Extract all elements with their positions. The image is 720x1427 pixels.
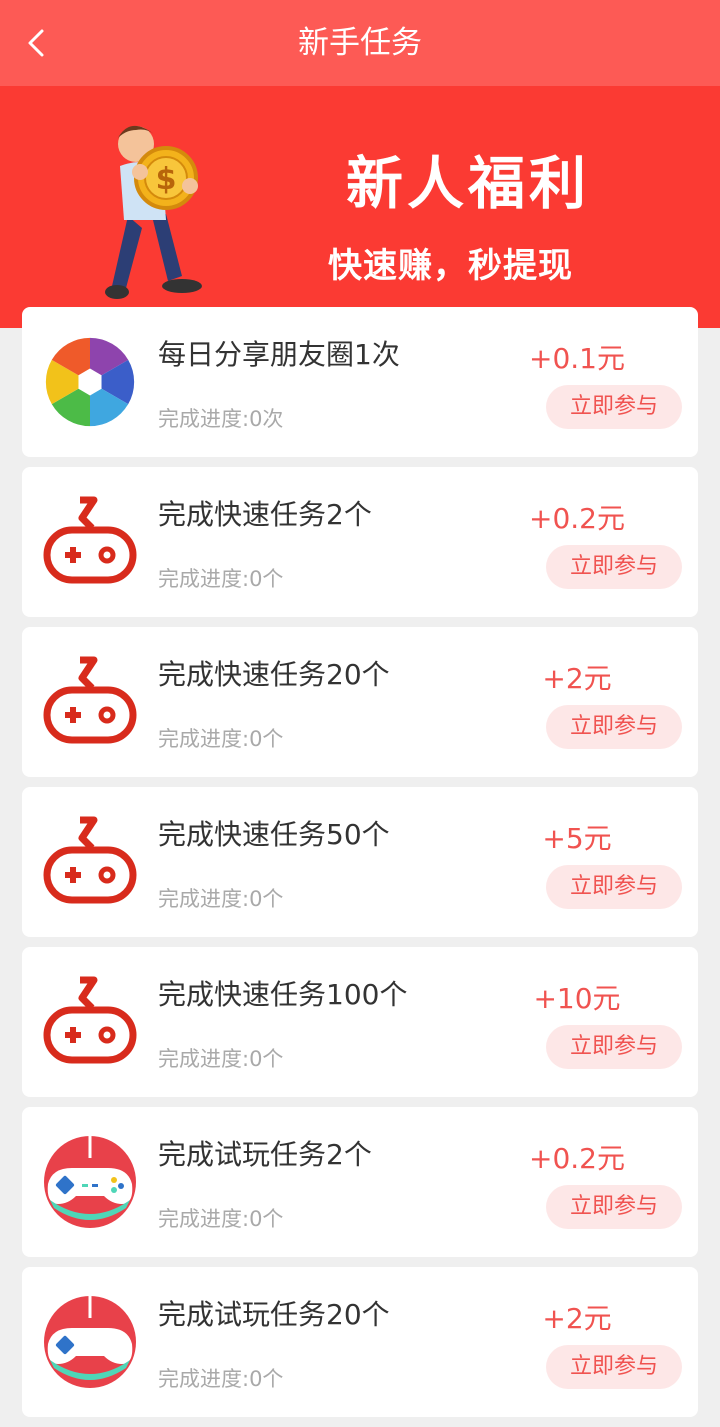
task-card: 完成快速任务50个 完成进度:0个 +5元 立即参与 [22,787,698,937]
task-card: 完成快速任务20个 完成进度:0个 +2元 立即参与 [22,627,698,777]
task-card: 完成试玩任务20个 完成进度:0个 +2元 立即参与 [22,1267,698,1417]
game-controller-icon [44,1296,136,1388]
task-progress: 完成进度:0次 [158,407,284,431]
task-reward: +0.2元 [529,502,625,535]
task-title: 完成快速任务20个 [158,658,390,691]
task-title: 完成快速任务100个 [158,978,408,1011]
camera-shutter-icon [45,337,135,427]
task-card: 完成快速任务100个 完成进度:0个 +10元 立即参与 [22,947,698,1097]
join-button[interactable]: 立即参与 [546,705,682,749]
join-button[interactable]: 立即参与 [546,865,682,909]
task-reward: +5元 [542,822,612,855]
task-progress: 完成进度:0个 [158,567,284,591]
task-title: 每日分享朋友圈1次 [158,338,400,371]
task-card: 每日分享朋友圈1次 完成进度:0次 +0.1元 立即参与 [22,307,698,457]
gamepad-icon [43,976,137,1064]
task-reward: +10元 [533,982,621,1015]
join-button[interactable]: 立即参与 [546,1185,682,1229]
svg-text:$: $ [156,162,177,197]
task-reward: +0.1元 [529,342,625,375]
task-progress: 完成进度:0个 [158,887,284,911]
task-title: 完成快速任务50个 [158,818,390,851]
welcome-banner: $ 新人福利 快速赚，秒提现 [0,86,720,328]
task-progress: 完成进度:0个 [158,1207,284,1231]
banner-subtitle: 快速赚，秒提现 [328,246,573,286]
task-card: 完成快速任务2个 完成进度:0个 +0.2元 立即参与 [22,467,698,617]
task-list: 每日分享朋友圈1次 完成进度:0次 +0.1元 立即参与 完成快速任务2个 完成… [22,307,698,1427]
join-button[interactable]: 立即参与 [546,1025,682,1069]
gamepad-icon [43,816,137,904]
man-holding-coin-illustration: $ [105,125,202,299]
join-button[interactable]: 立即参与 [546,545,682,589]
task-title: 完成试玩任务20个 [158,1298,390,1331]
banner-title: 新人福利 [346,150,590,217]
task-progress: 完成进度:0个 [158,727,284,751]
task-progress: 完成进度:0个 [158,1047,284,1071]
back-button[interactable] [14,20,60,66]
task-reward: +0.2元 [529,1142,625,1175]
task-title: 完成试玩任务2个 [158,1138,372,1171]
join-button[interactable]: 立即参与 [546,1345,682,1389]
chevron-left-icon [28,29,44,57]
task-progress: 完成进度:0个 [158,1367,284,1391]
task-card: 完成试玩任务2个 完成进度:0个 +0.2元 立即参与 [22,1107,698,1257]
game-controller-icon [44,1136,136,1228]
task-title: 完成快速任务2个 [158,498,372,531]
task-reward: +2元 [542,662,612,695]
page-title: 新手任务 [298,25,422,61]
gamepad-icon [43,496,137,584]
nav-bar: 新手任务 [0,0,720,86]
task-reward: +2元 [542,1302,612,1335]
gamepad-icon [43,656,137,744]
join-button[interactable]: 立即参与 [546,385,682,429]
